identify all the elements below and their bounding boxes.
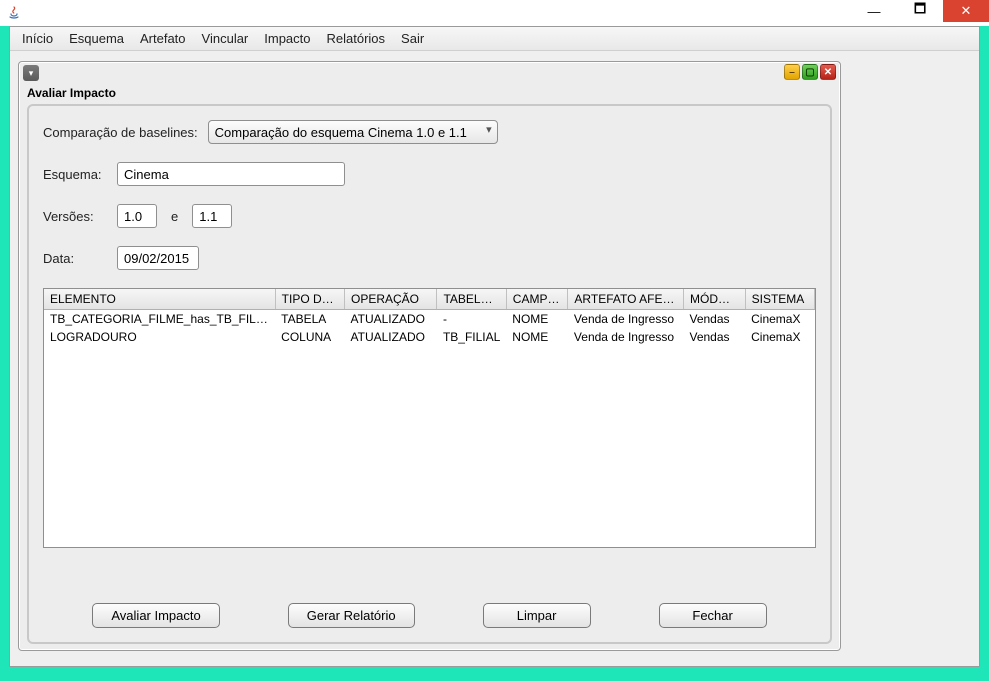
internal-frame: ▾ – ▢ ✕ Avaliar Impacto Comparação de ba… <box>18 61 841 651</box>
table-cell: LOGRADOURO <box>44 328 275 346</box>
menu-inicio[interactable]: Início <box>14 29 61 48</box>
report-button[interactable]: Gerar Relatório <box>288 603 415 628</box>
menu-artefato[interactable]: Artefato <box>132 29 194 48</box>
table-cell: TB_FILIAL <box>437 328 506 346</box>
table-cell: TB_CATEGORIA_FILME_has_TB_FILME <box>44 310 275 329</box>
clear-button[interactable]: Limpar <box>483 603 591 628</box>
col-tabela[interactable]: TABELA ... <box>437 289 506 310</box>
system-menu-icon[interactable]: ▾ <box>23 65 39 81</box>
col-tipo[interactable]: TIPO DE ... <box>275 289 344 310</box>
table-cell: ATUALIZADO <box>345 328 437 346</box>
internal-minimize-button[interactable]: – <box>784 64 800 80</box>
panel-content: Comparação de baselines: Comparação do e… <box>27 104 832 644</box>
menu-sair[interactable]: Sair <box>393 29 432 48</box>
menu-esquema[interactable]: Esquema <box>61 29 132 48</box>
table-header-row[interactable]: ELEMENTO TIPO DE ... OPERAÇÃO TABELA ...… <box>44 289 815 310</box>
table-cell: ATUALIZADO <box>345 310 437 329</box>
menu-impacto[interactable]: Impacto <box>256 29 318 48</box>
window-controls: — 🗖 ✕ <box>851 0 989 22</box>
col-campo[interactable]: CAMPO... <box>506 289 568 310</box>
os-window: — 🗖 ✕ Início Esquema Artefato Vincular I… <box>0 0 989 681</box>
menu-relatorios[interactable]: Relatórios <box>319 29 394 48</box>
java-icon <box>6 5 22 21</box>
menubar: Início Esquema Artefato Vincular Impacto… <box>10 27 979 51</box>
schema-input[interactable] <box>117 162 345 186</box>
table-cell: NOME <box>506 328 568 346</box>
table-cell: TABELA <box>275 310 344 329</box>
version-a-input[interactable] <box>117 204 157 228</box>
table-cell: CinemaX <box>745 310 814 329</box>
os-titlebar[interactable]: — 🗖 ✕ <box>0 0 989 26</box>
table-row[interactable]: LOGRADOUROCOLUNAATUALIZADOTB_FILIALNOMEV… <box>44 328 815 346</box>
close-button[interactable]: Fechar <box>659 603 767 628</box>
versions-label: Versões: <box>43 209 107 224</box>
button-row: Avaliar Impacto Gerar Relatório Limpar F… <box>29 603 830 628</box>
window-minimize-button[interactable]: — <box>851 0 897 22</box>
col-operacao[interactable]: OPERAÇÃO <box>345 289 437 310</box>
impact-table[interactable]: ELEMENTO TIPO DE ... OPERAÇÃO TABELA ...… <box>43 288 816 548</box>
version-b-input[interactable] <box>192 204 232 228</box>
date-label: Data: <box>43 251 107 266</box>
menu-vincular[interactable]: Vincular <box>194 29 257 48</box>
table-row[interactable]: TB_CATEGORIA_FILME_has_TB_FILMETABELAATU… <box>44 310 815 329</box>
col-elemento[interactable]: ELEMENTO <box>44 289 275 310</box>
table-cell: - <box>437 310 506 329</box>
internal-frame-titlebar[interactable]: ▾ – ▢ ✕ <box>19 62 840 84</box>
date-input[interactable] <box>117 246 199 270</box>
table-cell: COLUNA <box>275 328 344 346</box>
panel-title: Avaliar Impacto <box>19 84 840 104</box>
table-cell: Vendas <box>683 310 745 329</box>
schema-label: Esquema: <box>43 167 107 182</box>
comparison-label: Comparação de baselines: <box>43 125 198 140</box>
window-close-button[interactable]: ✕ <box>943 0 989 22</box>
internal-maximize-button[interactable]: ▢ <box>802 64 818 80</box>
internal-frame-buttons: – ▢ ✕ <box>784 64 836 80</box>
evaluate-button[interactable]: Avaliar Impacto <box>92 603 219 628</box>
and-label: e <box>171 209 178 224</box>
col-modulo[interactable]: MÓDULO <box>683 289 745 310</box>
table-cell: CinemaX <box>745 328 814 346</box>
comparison-select[interactable]: Comparação do esquema Cinema 1.0 e 1.1 <box>208 120 498 144</box>
table-cell: Vendas <box>683 328 745 346</box>
col-artefato[interactable]: ARTEFATO AFET... <box>568 289 684 310</box>
app-body: Início Esquema Artefato Vincular Impacto… <box>9 26 980 667</box>
window-maximize-button[interactable]: 🗖 <box>897 0 943 22</box>
col-sistema[interactable]: SISTEMA <box>745 289 814 310</box>
internal-close-button[interactable]: ✕ <box>820 64 836 80</box>
table-cell: Venda de Ingresso <box>568 328 684 346</box>
table-cell: Venda de Ingresso <box>568 310 684 329</box>
table-cell: NOME <box>506 310 568 329</box>
